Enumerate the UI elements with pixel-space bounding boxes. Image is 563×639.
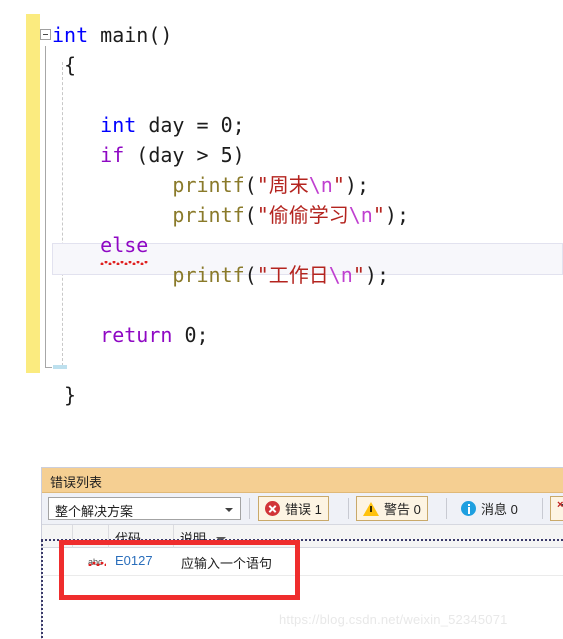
errors-filter-button[interactable]: 错误 1	[258, 496, 329, 521]
change-tracking-bar	[26, 14, 40, 373]
code-token: printf	[172, 203, 245, 227]
code-token: ;	[196, 323, 209, 347]
table-row[interactable]: abc E0127 应输入一个语句	[42, 548, 563, 576]
code-line: int day = 0;	[52, 110, 409, 140]
code-token: ()	[148, 23, 173, 47]
error-description: 应输入一个语句	[181, 556, 273, 571]
code-token: "	[332, 173, 345, 197]
toolbar-separator-4	[542, 498, 543, 519]
code-token: \n	[328, 263, 353, 287]
warning-icon	[363, 501, 379, 516]
row-separator	[42, 575, 563, 576]
clear-filter-button[interactable]: ×	[550, 496, 563, 521]
code-token: printf	[172, 263, 245, 287]
code-token: "偷偷学习	[256, 203, 349, 227]
intellisense-abc-icon: abc	[88, 552, 108, 570]
code-line: {	[52, 50, 409, 80]
code-line: int main()	[52, 20, 409, 50]
error-code[interactable]: E0127	[115, 553, 153, 568]
warnings-filter-button[interactable]: 警告 0	[356, 496, 428, 521]
column-header-severity[interactable]	[73, 525, 109, 548]
column-header-selector[interactable]	[42, 525, 73, 548]
code-token-error: else	[100, 230, 149, 265]
code-token: );	[384, 203, 409, 227]
code-token: return	[100, 323, 173, 347]
outlining-rail	[45, 46, 46, 368]
error-icon	[265, 501, 280, 516]
code-token: {	[64, 53, 77, 77]
code-token: printf	[172, 173, 245, 197]
code-token: );	[344, 173, 369, 197]
code-token: int	[100, 113, 137, 137]
code-token: (	[244, 203, 257, 227]
code-token: (day >	[124, 143, 221, 167]
code-token: );	[364, 263, 389, 287]
code-token: "工作日	[256, 263, 329, 287]
code-line: }	[52, 380, 409, 410]
warnings-filter-label: 警告 0	[384, 502, 421, 517]
code-line: return 0;	[52, 320, 409, 350]
toolbar-separator-3	[446, 498, 447, 519]
code-token: "周末	[256, 173, 309, 197]
error-list-title: 错误列表	[50, 475, 103, 490]
code-line: printf("周末\n");	[52, 170, 409, 200]
panel-focus-border-left	[41, 540, 43, 639]
info-icon	[461, 501, 476, 516]
code-text[interactable]: int main() { int day = 0; if (day > 5) p…	[52, 20, 409, 410]
toolbar-separator-2	[348, 498, 349, 519]
error-list-toolbar[interactable]: 整个解决方案 错误 1 警告 0 消息 0 ×	[42, 493, 563, 525]
watermark-text: https://blog.csdn.net/weixin_52345071	[279, 612, 508, 627]
toolbar-separator-1	[249, 498, 250, 519]
code-token: \n	[308, 173, 333, 197]
code-token: }	[64, 383, 77, 407]
code-token: "	[352, 263, 365, 287]
error-grid-header[interactable]: 代码 说明	[42, 525, 563, 548]
messages-filter-button[interactable]: 消息 0	[454, 496, 525, 521]
code-token: )	[232, 143, 245, 167]
code-token: if	[100, 143, 125, 167]
code-token: day =	[136, 113, 221, 137]
code-token: int	[52, 23, 89, 47]
collapse-minus-icon[interactable]	[40, 29, 51, 40]
chevron-down-icon[interactable]	[225, 508, 233, 512]
panel-focus-border-top	[41, 539, 563, 541]
code-token: 0	[220, 113, 233, 137]
column-header-description[interactable]: 说明	[174, 525, 563, 548]
clear-filter-icon: ×	[557, 500, 563, 516]
code-editor[interactable]: int main() { int day = 0; if (day > 5) p…	[0, 0, 563, 462]
error-list-title-bar[interactable]: 错误列表	[42, 468, 563, 493]
errors-filter-label: 错误 1	[285, 502, 322, 517]
code-token: (	[244, 173, 257, 197]
code-token: (	[244, 263, 257, 287]
code-line: else	[52, 230, 409, 265]
code-token: main	[100, 23, 149, 47]
code-line: printf("偷偷学习\n");	[52, 200, 409, 230]
code-token: 0	[184, 323, 197, 347]
code-token: ;	[232, 113, 245, 137]
code-line: if (day > 5)	[52, 140, 409, 170]
outlining-rail-foot	[45, 367, 52, 368]
messages-filter-label: 消息 0	[481, 502, 518, 517]
scope-filter-dropdown[interactable]: 整个解决方案	[48, 497, 241, 520]
scope-filter-value: 整个解决方案	[55, 504, 134, 519]
column-header-code[interactable]: 代码	[109, 525, 174, 548]
code-token: 5	[220, 143, 233, 167]
code-token: \n	[348, 203, 373, 227]
code-token: "	[372, 203, 385, 227]
